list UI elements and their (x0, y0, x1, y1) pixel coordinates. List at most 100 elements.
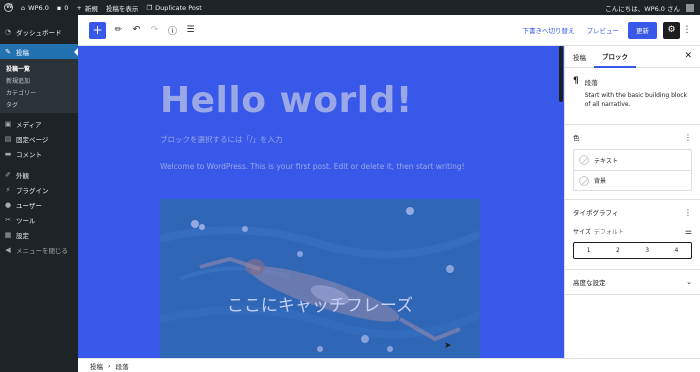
block-name: 段落 (584, 79, 598, 87)
cover-block[interactable]: ここにキャッチフレーズ (160, 199, 480, 358)
menu-tools[interactable]: ✂ ツール (0, 212, 78, 227)
text-color-option[interactable]: テキスト (574, 150, 691, 170)
paragraph-block[interactable]: Welcome to WordPress. This is your first… (160, 159, 480, 174)
menu-posts[interactable]: ✎ 投稿 (0, 44, 78, 59)
editor-screen: ⌂ WP6.0 ▪ 0 + 新規 投稿を表示 ❐ Duplicate Post … (0, 0, 700, 372)
details-button[interactable]: ⓘ (164, 20, 181, 40)
collapse-label: メニューを閉じる (16, 246, 68, 255)
wrench-icon: ✂ (5, 215, 11, 224)
switch-to-draft-button[interactable]: 下書きへ切り替え (517, 25, 581, 35)
avatar (686, 3, 694, 12)
undo-button[interactable]: ↶ (128, 20, 145, 40)
collapse-icon: ◀ (5, 245, 11, 254)
redo-button[interactable]: ↷ (146, 20, 163, 40)
duplicate-post-link[interactable]: ❐ Duplicate Post (142, 0, 205, 15)
color-options-icon[interactable]: ⋮ (684, 133, 692, 142)
undo-icon: ↶ (132, 25, 141, 35)
menu-settings[interactable]: ▦ 設定 (0, 227, 78, 242)
custom-size-icon[interactable]: ⚌ (685, 227, 692, 236)
tab-post[interactable]: 投稿 (565, 46, 594, 68)
menu-pages-label: 固定ページ (16, 135, 49, 144)
menu-tools-label: ツール (16, 216, 36, 225)
duplicate-label: Duplicate Post (155, 3, 202, 12)
font-size-option[interactable]: 1 (574, 243, 603, 258)
font-size-option[interactable]: 3 (633, 243, 662, 258)
wp-logo-menu[interactable] (0, 0, 17, 15)
typography-panel: タイポグラフィ ⋮ サイズ デフォルト ⚌ 1 2 3 4 (565, 200, 700, 270)
comment-icon: ▪ (56, 3, 62, 12)
info-icon: ⓘ (167, 26, 177, 37)
background-color-option[interactable]: 背景 (574, 170, 691, 190)
menu-pages[interactable]: ▤ 固定ページ (0, 131, 78, 146)
menu-plugins[interactable]: ⚡ プラグイン (0, 182, 78, 197)
plugin-icon: ⚡ (5, 185, 11, 194)
font-size-option[interactable]: 2 (603, 243, 632, 258)
submenu-tags[interactable]: タグ (0, 98, 78, 110)
gear-icon: ⚙ (667, 25, 676, 35)
menu-appearance-label: 外観 (16, 171, 29, 180)
submenu-all-posts[interactable]: 投稿一覧 (0, 62, 78, 74)
mouse-cursor-icon: ➤ (444, 341, 452, 351)
menu-media-label: メディア (16, 120, 42, 129)
block-description: Start with the basic building block of a… (584, 92, 688, 108)
comments-count: 0 (64, 3, 69, 12)
admin-menu: ◔ ダッシュボード ✎ 投稿 投稿一覧 新規追加 カテゴリー タグ ▣ メディア… (0, 15, 78, 372)
breadcrumb-separator: › (108, 361, 111, 370)
block-inserter-button[interactable]: + (89, 21, 106, 39)
advanced-panel-header[interactable]: 高度な設定 ⌄ (565, 270, 700, 294)
pencil-icon: ✏ (114, 25, 123, 35)
menu-dashboard-label: ダッシュボード (16, 28, 62, 37)
post-title[interactable]: Hello world! (160, 80, 413, 121)
font-size-option[interactable]: 4 (662, 243, 691, 258)
tab-block[interactable]: ブロック (594, 46, 636, 68)
collapse-menu-button[interactable]: ◀ メニューを閉じる (0, 242, 78, 257)
options-menu-button[interactable]: ⋮ (680, 25, 694, 35)
breadcrumb-root[interactable]: 投稿 (90, 361, 103, 371)
list-view-button[interactable]: ☰ (182, 20, 199, 40)
new-content-link[interactable]: + 新規 (72, 0, 101, 15)
background-color-swatch (579, 175, 589, 186)
cover-tagline[interactable]: ここにキャッチフレーズ (160, 291, 480, 316)
submenu-categories[interactable]: カテゴリー (0, 86, 78, 98)
menu-comments[interactable]: ▬ コメント (0, 146, 78, 161)
advanced-panel[interactable]: 高度な設定 ⌄ (565, 270, 700, 295)
submenu-add-new[interactable]: 新規追加 (0, 74, 78, 86)
canvas-scrollbar[interactable] (559, 46, 563, 102)
menu-plugins-label: プラグイン (16, 186, 49, 195)
close-icon[interactable]: ✕ (684, 51, 692, 61)
cover-overlay (160, 199, 480, 358)
menu-media[interactable]: ▣ メディア (0, 116, 78, 131)
edit-tool-button[interactable]: ✏ (110, 20, 127, 40)
page-icon: ▤ (4, 134, 12, 143)
view-post-link[interactable]: 投稿を表示 (102, 0, 143, 15)
typography-panel-header: タイポグラフィ ⋮ (565, 200, 700, 224)
comment-icon: ▬ (4, 149, 12, 158)
pin-icon: ✎ (5, 47, 11, 56)
text-color-label: テキスト (594, 157, 618, 165)
font-size-default: デフォルト (593, 228, 624, 236)
paragraph-icon: ¶ (573, 76, 579, 86)
breadcrumb-current[interactable]: 段落 (116, 361, 129, 371)
comments-link[interactable]: ▪ 0 (53, 0, 73, 15)
update-button[interactable]: 更新 (628, 21, 657, 39)
menu-users[interactable]: ● ユーザー (0, 197, 78, 212)
typography-options-icon[interactable]: ⋮ (684, 208, 692, 217)
font-size-row: サイズ デフォルト ⚌ (565, 224, 700, 238)
menu-appearance[interactable]: ✐ 外観 (0, 167, 78, 182)
menu-dashboard[interactable]: ◔ ダッシュボード (0, 24, 78, 39)
user-icon: ● (4, 200, 12, 209)
duplicate-icon: ❐ (146, 3, 153, 12)
preview-button[interactable]: プレビュー (581, 25, 626, 35)
editor-canvas[interactable]: Hello world! ブロックを選択するには「/」を入力 Welcome t… (78, 46, 564, 358)
more-vertical-icon: ⋮ (682, 25, 692, 35)
site-name-link[interactable]: ⌂ WP6.0 (17, 0, 53, 15)
view-post-label: 投稿を表示 (105, 4, 139, 13)
background-color-label: 背景 (594, 178, 607, 185)
block-card: ¶ 段落 Start with the basic building block… (565, 68, 700, 125)
block-breadcrumb: 投稿 › 段落 (78, 358, 700, 372)
block-placeholder[interactable]: ブロックを選択するには「/」を入力 (160, 134, 283, 145)
settings-toggle-button[interactable]: ⚙ (663, 21, 680, 39)
typography-panel-title: タイポグラフィ (573, 209, 619, 217)
my-account-link[interactable]: こんにちは、WP6.0 さん (601, 0, 700, 15)
home-icon: ⌂ (21, 3, 26, 12)
